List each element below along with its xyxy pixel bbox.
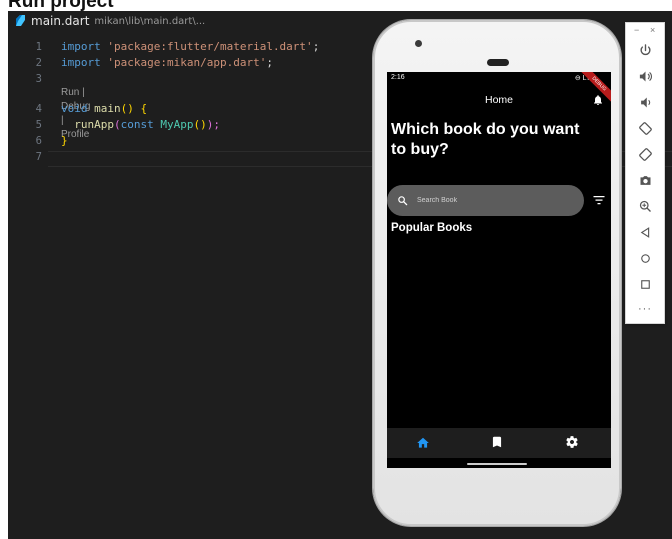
gesture-navigation-bar[interactable] [467,463,527,465]
search-icon [398,196,408,206]
back-triangle-icon[interactable] [638,225,653,240]
code-line-2[interactable]: import 'package:mikan/app.dart'; [61,55,273,71]
front-camera [415,40,422,47]
semicolon: ; [312,40,320,53]
volume-down-icon[interactable] [638,95,653,110]
emulator-toolbar: − × ··· [625,22,665,324]
punctuation: () [193,118,207,131]
tab-file-name: main.dart [31,14,90,28]
device-screen[interactable]: 2:16 ⊖ LTE DEBUG Home Which book do you … [387,72,611,468]
string-literal: 'package:mikan/app.dart' [107,56,267,69]
dart-file-icon [16,15,25,26]
status-time: 2:16 [391,74,405,81]
punctuation: () { [120,102,148,115]
android-emulator-device: 2:16 ⊖ LTE DEBUG Home Which book do you … [373,20,621,526]
more-options-icon[interactable]: ··· [638,303,652,315]
code-line-5[interactable]: runApp(const MyApp()); [61,117,220,133]
line-number: 3 [35,73,42,85]
semicolon: ; [266,56,273,69]
notification-bell-icon[interactable] [592,94,604,106]
keyword: import [61,56,101,69]
status-bar: 2:16 ⊖ LTE DEBUG [387,72,611,104]
zoom-icon[interactable] [638,199,653,214]
camera-screenshot-icon[interactable] [638,173,653,188]
earpiece-speaker [487,59,509,66]
filter-icon[interactable] [593,195,605,205]
appbar-title: Home [484,94,513,106]
function-name: main [94,102,121,115]
line-number: 6 [35,135,42,147]
search-bar[interactable] [387,185,584,216]
string-literal: 'package:flutter/material.dart' [107,40,313,53]
nav-home-icon[interactable] [416,436,430,450]
rotate-left-icon[interactable] [638,121,653,136]
nav-settings-gear-icon[interactable] [565,435,579,449]
keyword: import [61,40,101,53]
function-name: runApp [74,118,114,131]
power-icon[interactable] [638,43,653,58]
code-line-6[interactable]: } [61,133,68,149]
line-number: 2 [35,57,42,69]
class-name: MyApp [160,118,194,131]
punctuation: ( [114,118,121,131]
volume-up-icon[interactable] [638,69,653,84]
punctuation: ); [206,118,220,131]
line-number: 1 [35,41,42,53]
line-number: 5 [35,119,42,131]
line-number: 7 [35,151,42,163]
rotate-right-icon[interactable] [638,147,653,162]
line-number: 4 [35,103,42,115]
bottom-navigation-bar [387,428,611,458]
hero-heading: Which book do you want to buy? [391,121,580,158]
code-line-1[interactable]: import 'package:flutter/material.dart'; [61,39,319,55]
code-line-4[interactable]: void main() { [61,101,147,117]
nav-bookmark-icon[interactable] [490,435,504,449]
section-title-popular-books: Popular Books [391,222,473,234]
keyword: void [61,102,88,115]
toolbar-minimize-button[interactable]: − [634,25,639,35]
search-input[interactable] [417,193,577,208]
overview-square-icon[interactable] [638,277,653,292]
tab-file-path: mikan\lib\main.dart\... [94,15,206,27]
toolbar-close-button[interactable]: × [650,25,655,35]
codelens-run-debug-profile[interactable]: Run | Debug | Profile [61,86,90,140]
home-circle-icon[interactable] [638,251,653,266]
keyword: const [120,118,154,131]
